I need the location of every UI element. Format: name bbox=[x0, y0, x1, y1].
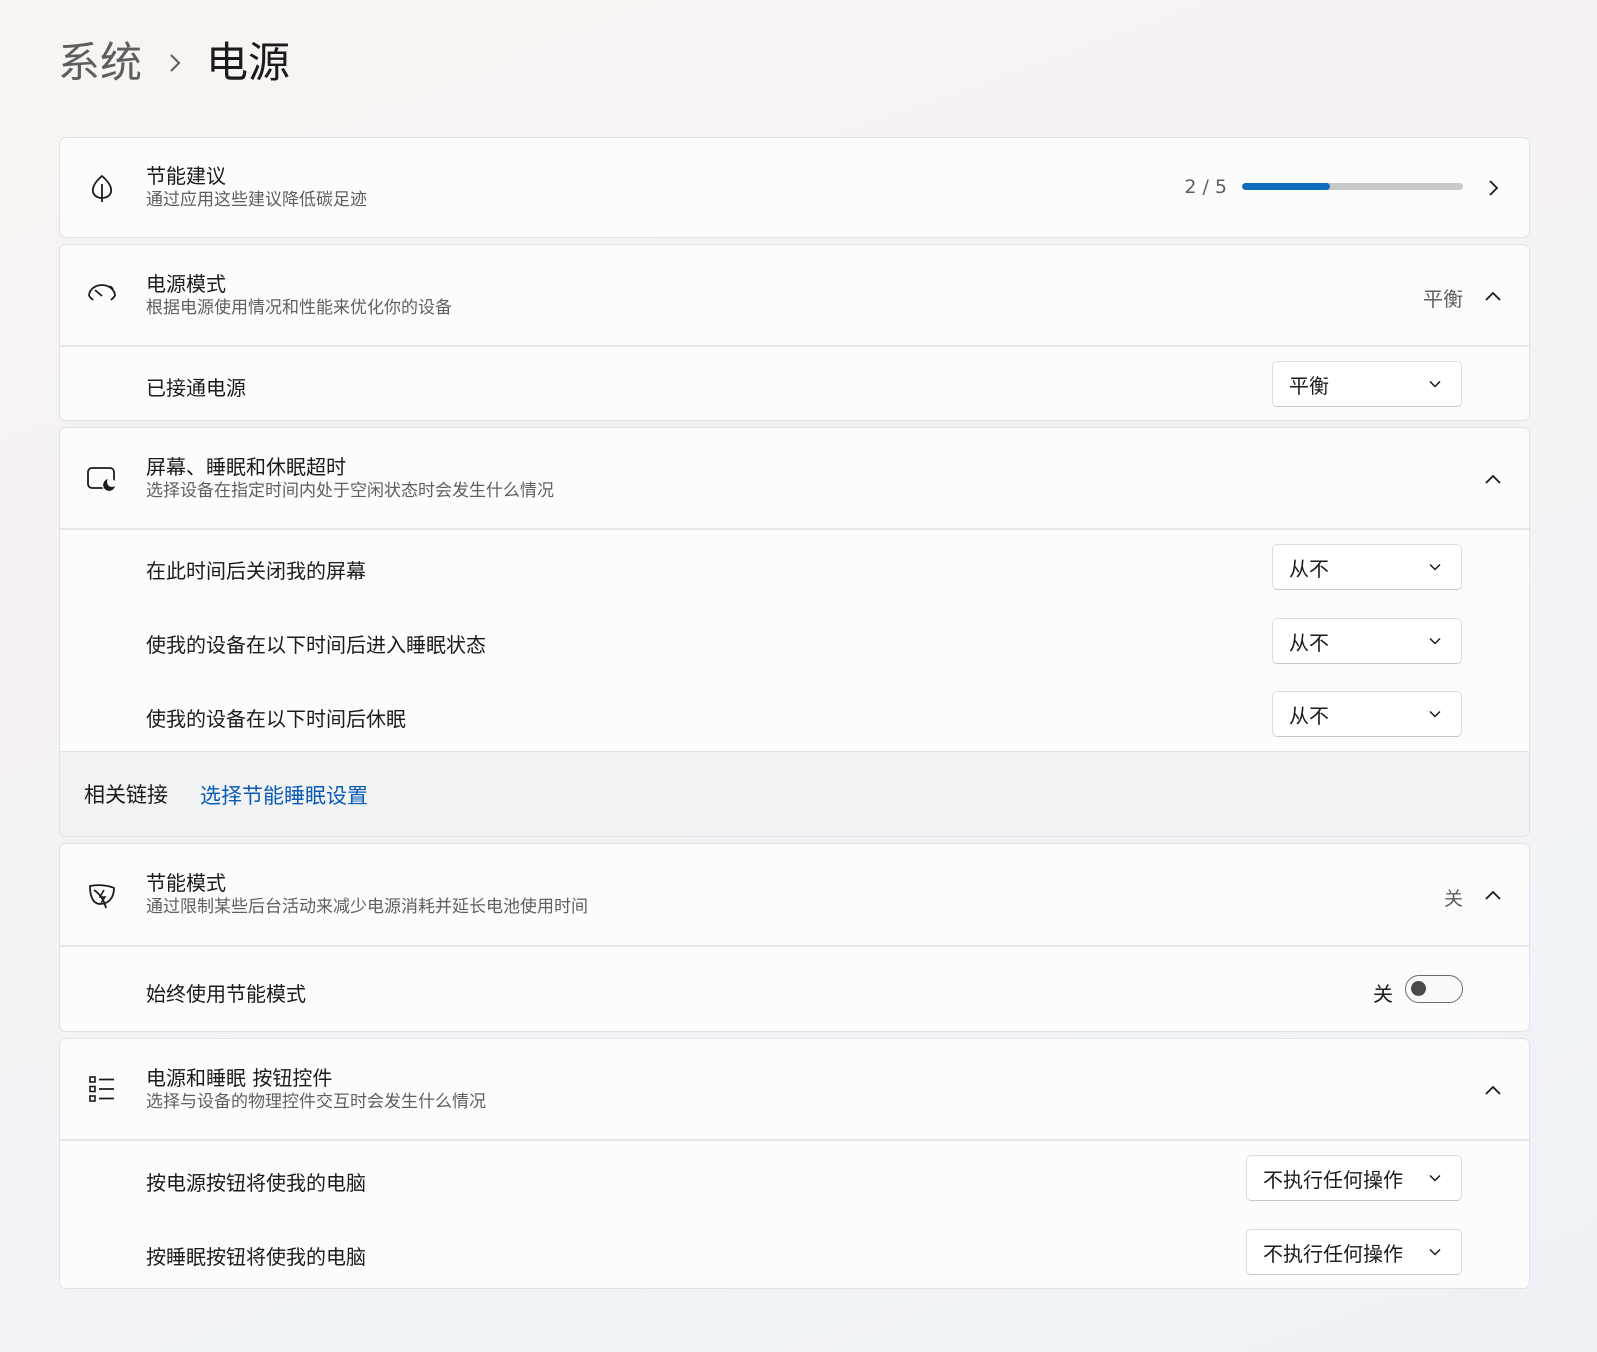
dropdown-value: 从不 bbox=[1289, 556, 1329, 581]
screen-sleep-icon bbox=[85, 462, 119, 496]
plugged-in-power-mode-dropdown[interactable]: 平衡 bbox=[1272, 361, 1462, 407]
toggle-knob bbox=[1411, 981, 1426, 996]
dropdown-value: 不执行任何操作 bbox=[1263, 1241, 1403, 1266]
energy-tips-title: 节能建议 bbox=[146, 164, 226, 188]
energy-sleep-settings-link[interactable]: 选择节能睡眠设置 bbox=[200, 780, 368, 810]
energy-tips-progress-bar bbox=[1242, 183, 1463, 190]
energy-saver-title: 节能模式 bbox=[146, 871, 226, 895]
screen-off-label: 在此时间后关闭我的屏幕 bbox=[146, 559, 366, 583]
power-mode-card: 电源模式 根据电源使用情况和性能来优化你的设备 平衡 已接通电源 平衡 bbox=[59, 244, 1530, 421]
always-energy-saver-label: 始终使用节能模式 bbox=[146, 982, 306, 1006]
energy-tips-progress-text: 2 / 5 bbox=[1184, 176, 1227, 198]
plugged-in-label: 已接通电源 bbox=[146, 376, 246, 400]
screen-off-dropdown[interactable]: 从不 bbox=[1272, 544, 1462, 590]
button-controls-subtitle: 选择与设备的物理控件交互时会发生什么情况 bbox=[146, 1092, 486, 1112]
button-list-icon bbox=[85, 1072, 119, 1106]
breadcrumb: 系统 电源 bbox=[58, 36, 290, 90]
button-controls-header[interactable]: 电源和睡眠 按钮控件 选择与设备的物理控件交互时会发生什么情况 bbox=[60, 1039, 1529, 1139]
chevron-down-icon bbox=[1427, 559, 1443, 575]
energy-tips-subtitle: 通过应用这些建议降低碳足迹 bbox=[146, 190, 367, 210]
energy-saver-card: 节能模式 通过限制某些后台活动来减少电源消耗并延长电池使用时间 关 始终使用节能… bbox=[59, 843, 1530, 1032]
chevron-down-icon bbox=[1427, 1170, 1443, 1186]
chevron-up-icon[interactable] bbox=[1479, 1076, 1507, 1104]
screen-sleep-header[interactable]: 屏幕、睡眠和休眠超时 选择设备在指定时间内处于空闲状态时会发生什么情况 bbox=[60, 428, 1529, 528]
page-title: 电源 bbox=[206, 38, 291, 87]
always-energy-saver-toggle[interactable] bbox=[1405, 975, 1463, 1003]
power-mode-subtitle: 根据电源使用情况和性能来优化你的设备 bbox=[146, 298, 452, 318]
power-button-action-dropdown[interactable]: 不执行任何操作 bbox=[1246, 1155, 1462, 1201]
breadcrumb-chevron-icon bbox=[168, 52, 182, 74]
power-mode-header[interactable]: 电源模式 根据电源使用情况和性能来优化你的设备 平衡 bbox=[60, 245, 1529, 345]
power-mode-status: 平衡 bbox=[1423, 287, 1463, 311]
toggle-state-text: 关 bbox=[1373, 982, 1393, 1006]
energy-saver-status: 关 bbox=[1443, 888, 1463, 910]
hibernate-after-label: 使我的设备在以下时间后休眠 bbox=[146, 707, 406, 731]
dropdown-value: 不执行任何操作 bbox=[1263, 1167, 1403, 1192]
chevron-down-icon bbox=[1427, 633, 1443, 649]
divider bbox=[60, 945, 1529, 947]
button-controls-card: 电源和睡眠 按钮控件 选择与设备的物理控件交互时会发生什么情况 按电源按钮将使我… bbox=[59, 1038, 1530, 1289]
related-links-label: 相关链接 bbox=[84, 783, 168, 807]
divider bbox=[60, 528, 1529, 530]
dropdown-value: 平衡 bbox=[1289, 373, 1329, 398]
chevron-down-icon bbox=[1427, 376, 1443, 392]
button-controls-title: 电源和睡眠 按钮控件 bbox=[146, 1066, 333, 1090]
chevron-up-icon[interactable] bbox=[1479, 465, 1507, 493]
chevron-up-icon[interactable] bbox=[1479, 282, 1507, 310]
chevron-up-icon[interactable] bbox=[1479, 881, 1507, 909]
sleep-button-action-dropdown[interactable]: 不执行任何操作 bbox=[1246, 1229, 1462, 1275]
gauge-icon bbox=[85, 278, 119, 312]
screen-sleep-title: 屏幕、睡眠和休眠超时 bbox=[146, 455, 346, 479]
dropdown-value: 从不 bbox=[1289, 703, 1329, 728]
energy-saver-header[interactable]: 节能模式 通过限制某些后台活动来减少电源消耗并延长电池使用时间 关 bbox=[60, 844, 1529, 945]
dropdown-value: 从不 bbox=[1289, 630, 1329, 655]
sleep-after-dropdown[interactable]: 从不 bbox=[1272, 618, 1462, 664]
sleep-after-label: 使我的设备在以下时间后进入睡眠状态 bbox=[146, 633, 486, 657]
screen-sleep-subtitle: 选择设备在指定时间内处于空闲状态时会发生什么情况 bbox=[146, 481, 554, 501]
divider bbox=[60, 345, 1529, 347]
power-mode-title: 电源模式 bbox=[146, 272, 226, 296]
chevron-down-icon bbox=[1427, 706, 1443, 722]
breadcrumb-parent[interactable]: 系统 bbox=[58, 36, 142, 90]
chevron-down-icon bbox=[1427, 1244, 1443, 1260]
energy-tips-progress-fill bbox=[1242, 183, 1331, 190]
screen-sleep-card: 屏幕、睡眠和休眠超时 选择设备在指定时间内处于空闲状态时会发生什么情况 在此时间… bbox=[59, 427, 1530, 837]
energy-tips-card[interactable]: 节能建议 通过应用这些建议降低碳足迹 2 / 5 bbox=[59, 137, 1530, 238]
leaf-icon bbox=[85, 171, 119, 205]
energy-saver-leaf-icon bbox=[85, 878, 119, 912]
sleep-button-label: 按睡眠按钮将使我的电脑 bbox=[146, 1245, 366, 1269]
power-button-label: 按电源按钮将使我的电脑 bbox=[146, 1171, 366, 1195]
energy-saver-subtitle: 通过限制某些后台活动来减少电源消耗并延长电池使用时间 bbox=[146, 897, 588, 917]
chevron-right-icon[interactable] bbox=[1479, 174, 1507, 202]
related-links-section: 相关链接 选择节能睡眠设置 bbox=[60, 751, 1529, 836]
divider bbox=[60, 1139, 1529, 1141]
hibernate-after-dropdown[interactable]: 从不 bbox=[1272, 691, 1462, 737]
